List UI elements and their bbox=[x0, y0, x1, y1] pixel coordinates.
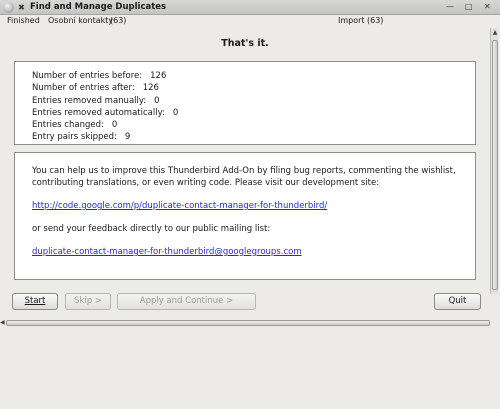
title-bar: ✖ Find and Manage Duplicates — □ ✕ bbox=[0, 0, 500, 15]
stat-value: 9 bbox=[124, 132, 131, 143]
status-bar: Finished Osobní kontakty (63) Import (63… bbox=[0, 15, 490, 28]
stat-row: Entries changed: 0 bbox=[32, 119, 475, 131]
stat-label: Entries changed: bbox=[32, 120, 104, 131]
stat-row: Number of entries before: 126 bbox=[32, 70, 475, 82]
stat-label: Number of entries after: bbox=[32, 83, 135, 94]
start-button-label: Start bbox=[24, 296, 46, 306]
stat-value: 126 bbox=[150, 71, 167, 81]
stat-label: Entry pairs skipped: bbox=[32, 132, 117, 143]
window-menu-icon[interactable] bbox=[3, 2, 14, 13]
start-button[interactable]: Start bbox=[12, 293, 58, 310]
horizontal-scroll-thumb[interactable] bbox=[6, 320, 490, 326]
left-addressbook-count: (63) bbox=[110, 16, 127, 25]
close-icon[interactable]: ✕ bbox=[484, 2, 491, 11]
stat-row: Number of entries after: 126 bbox=[32, 82, 475, 94]
horizontal-scrollbar[interactable]: ◀ bbox=[0, 319, 490, 326]
scroll-up-icon[interactable]: ▲ bbox=[491, 28, 499, 38]
mailing-list-paragraph: or send your feedback directly to our pu… bbox=[32, 224, 271, 234]
scroll-left-icon[interactable]: ◀ bbox=[0, 319, 5, 326]
vertical-scrollbar[interactable]: ▲ bbox=[490, 28, 498, 294]
stat-label: Entries removed manually: bbox=[32, 95, 147, 106]
apply-button-label: Apply and Continue > bbox=[139, 296, 234, 306]
development-site-link[interactable]: http://code.google.com/p/duplicate-conta… bbox=[32, 201, 327, 211]
pin-icon[interactable]: ✖ bbox=[16, 2, 27, 13]
apply-and-continue-button[interactable]: Apply and Continue > bbox=[117, 293, 256, 310]
status-state: Finished bbox=[7, 16, 40, 25]
vertical-scroll-thumb[interactable] bbox=[492, 40, 498, 290]
window-title: Find and Manage Duplicates bbox=[30, 2, 167, 12]
minimize-icon[interactable]: — bbox=[446, 2, 454, 11]
skip-button-label: Skip > bbox=[74, 296, 102, 306]
left-addressbook-name: Osobní kontakty bbox=[48, 16, 114, 25]
quit-button[interactable]: Quit bbox=[434, 293, 481, 310]
stat-row: Entry pairs skipped: 9 bbox=[32, 131, 475, 143]
page-title: That's it. bbox=[221, 38, 269, 49]
stat-value: 0 bbox=[111, 120, 118, 131]
stat-label: Entries removed automatically: bbox=[32, 107, 165, 118]
mailing-list-link[interactable]: duplicate-contact-manager-for-thunderbir… bbox=[32, 247, 302, 257]
stat-row: Entries removed manually: 0 bbox=[32, 95, 475, 107]
info-panel: You can help us to improve this Thunderb… bbox=[14, 152, 476, 280]
stat-value: 0 bbox=[172, 107, 179, 118]
stat-row: Entries removed automatically: 0 bbox=[32, 107, 475, 119]
right-addressbook-count: (63) bbox=[367, 16, 384, 25]
maximize-icon[interactable]: □ bbox=[465, 2, 473, 11]
stat-value: 0 bbox=[154, 95, 160, 106]
stat-value: 126 bbox=[142, 83, 159, 94]
right-addressbook-name: Import bbox=[338, 16, 365, 25]
quit-button-label: Quit bbox=[448, 296, 467, 306]
skip-button[interactable]: Skip > bbox=[65, 293, 111, 310]
help-paragraph: You can help us to improve this Thunderb… bbox=[32, 166, 456, 188]
stat-label: Number of entries before: bbox=[32, 71, 143, 81]
statistics-panel: Number of entries before: 126 Number of e… bbox=[14, 61, 476, 145]
